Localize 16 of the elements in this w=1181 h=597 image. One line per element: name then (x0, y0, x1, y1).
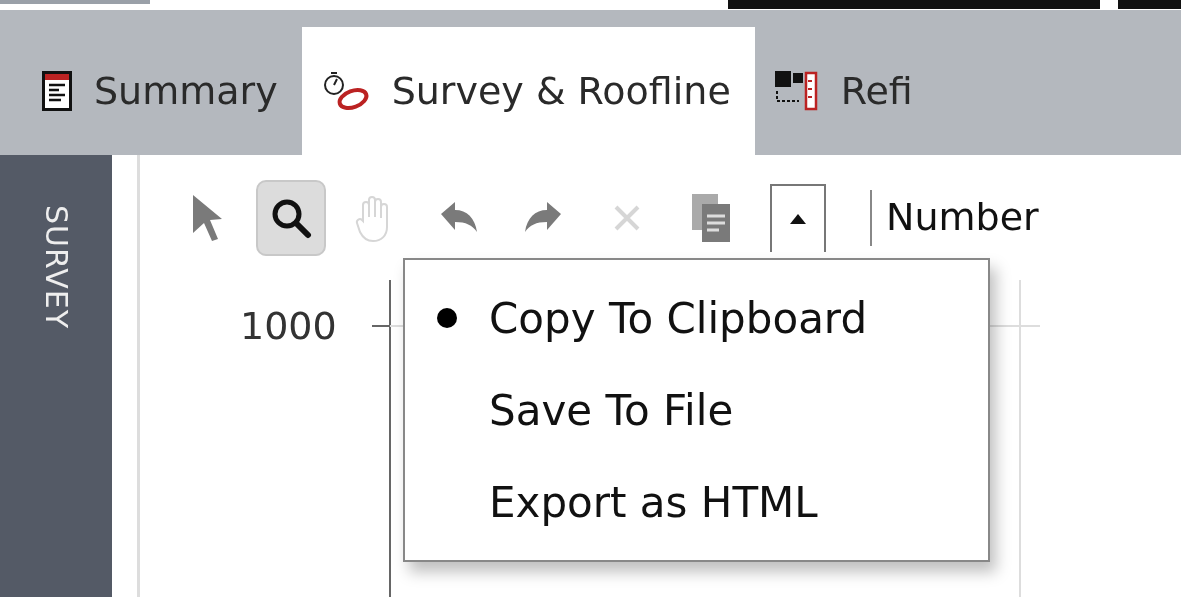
dropdown-toggle[interactable] (770, 183, 826, 252)
zoom-button[interactable] (256, 179, 326, 256)
tab[interactable]: Survey & Roofline (301, 27, 755, 155)
pointer-icon (190, 192, 224, 243)
axis-tick-label: 1000 (240, 303, 337, 350)
menu-item[interactable]: Save To File (405, 364, 988, 456)
caret-icon (790, 213, 806, 224)
menu-item[interactable]: Export as HTML (405, 456, 988, 548)
tab[interactable]: Summary (24, 27, 302, 155)
toolbar-label: Number (886, 194, 1039, 241)
tab[interactable]: Refi (754, 27, 937, 155)
matrix-icon (772, 69, 819, 113)
copy-icon (690, 191, 732, 244)
menu-item[interactable]: Copy To Clipboard (405, 272, 988, 364)
sidebar-label[interactable]: SURVEY (33, 205, 79, 329)
report-icon (42, 71, 72, 111)
